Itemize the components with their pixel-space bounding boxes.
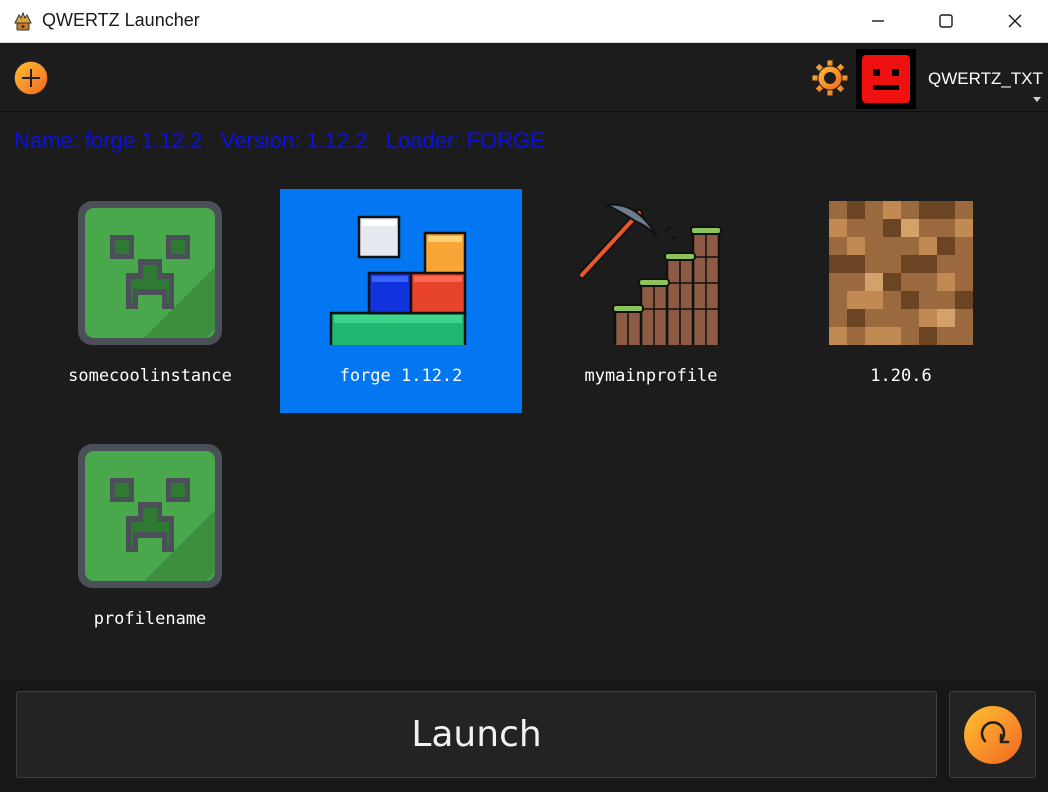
close-button[interactable] xyxy=(980,0,1048,42)
red-face-icon xyxy=(862,55,910,103)
plus-circle-icon xyxy=(13,60,49,96)
forge-blocks-icon xyxy=(329,215,467,345)
profile-tile[interactable]: 1.20.6 xyxy=(780,189,1022,413)
launch-label: Launch xyxy=(411,714,542,755)
account-username[interactable]: QWERTZ_TXT xyxy=(928,69,1043,89)
pickaxe-stairs-icon xyxy=(579,203,722,345)
maximize-button[interactable] xyxy=(911,0,981,42)
profile-name: mymainprofile xyxy=(584,366,718,386)
app-logo-icon xyxy=(14,11,32,31)
maximize-icon xyxy=(939,14,953,28)
profile-tile[interactable]: profilename xyxy=(29,432,271,656)
launch-button[interactable]: Launch xyxy=(16,691,937,778)
close-icon xyxy=(1008,14,1022,28)
profile-name: 1.20.6 xyxy=(870,366,932,386)
account-dropdown-arrow-icon[interactable] xyxy=(1033,97,1041,102)
avatar[interactable] xyxy=(856,49,916,109)
profile-tile[interactable]: mymainprofile xyxy=(530,189,772,413)
profile-tile-selected[interactable]: forge 1.12.2 xyxy=(280,189,522,413)
minimize-button[interactable] xyxy=(843,0,913,42)
refresh-icon xyxy=(964,706,1022,764)
profile-name: forge 1.12.2 xyxy=(339,366,463,386)
profile-tile[interactable]: somecoolinstance xyxy=(29,189,271,413)
creeper-icon xyxy=(78,444,222,588)
profile-name: somecoolinstance xyxy=(68,366,232,386)
gear-icon xyxy=(811,59,849,97)
profile-name: profilename xyxy=(93,609,207,629)
add-profile-button[interactable] xyxy=(12,59,50,97)
window-title: QWERTZ Launcher xyxy=(42,10,200,30)
settings-button[interactable] xyxy=(810,58,850,98)
dirt-block-icon xyxy=(829,201,973,345)
toolbar: QWERTZ_TXT xyxy=(0,44,1048,112)
title-bar: QWERTZ Launcher xyxy=(0,0,1048,43)
creeper-icon xyxy=(78,201,222,345)
minimize-icon xyxy=(872,20,884,22)
selected-profile-info: Name: forge 1.12.2 Version: 1.12.2 Loade… xyxy=(14,128,545,153)
refresh-button[interactable] xyxy=(949,691,1036,778)
